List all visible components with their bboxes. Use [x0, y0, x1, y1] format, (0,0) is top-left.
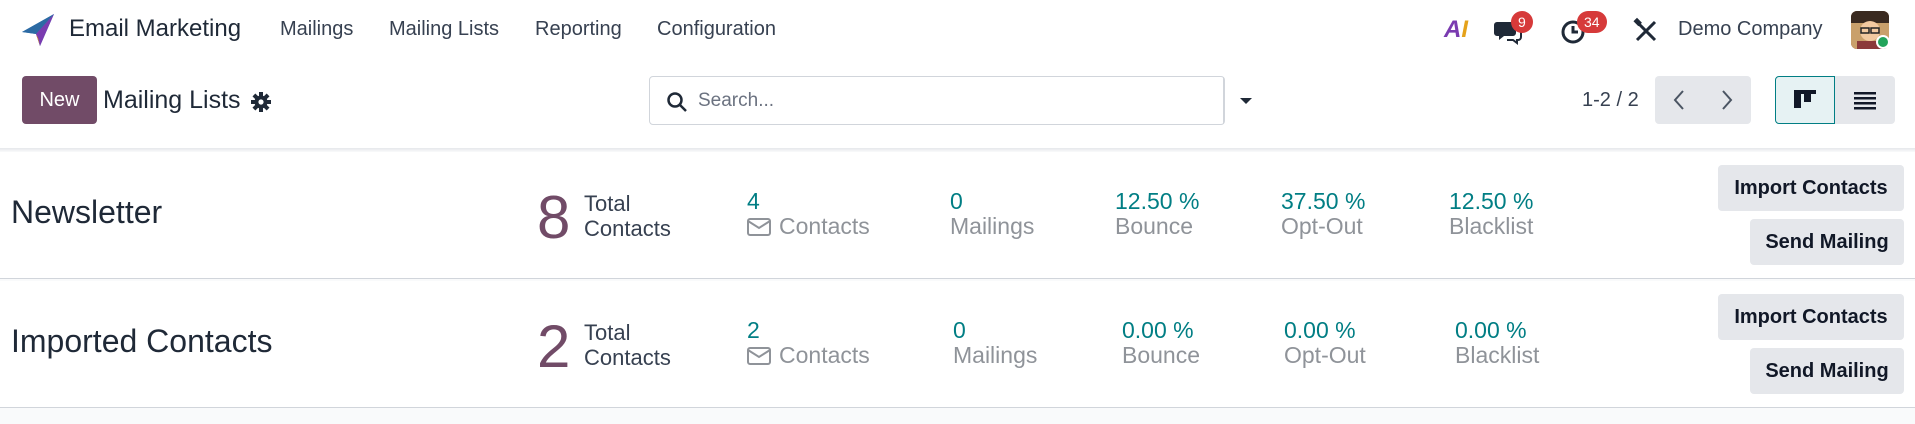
blacklist-label: Blacklist	[1449, 213, 1534, 239]
total-contacts-label: Total Contacts	[584, 320, 671, 370]
search-input[interactable]	[698, 85, 1158, 117]
mailings-value[interactable]: 0	[950, 189, 1034, 214]
optout-stat[interactable]: 37.50 % Opt-Out	[1281, 189, 1365, 239]
blacklist-value[interactable]: 12.50 %	[1449, 189, 1533, 214]
import-contacts-button[interactable]: Import Contacts	[1718, 165, 1904, 211]
menu-mailing-lists[interactable]: Mailing Lists	[389, 18, 499, 41]
page-title: Mailing Lists	[103, 86, 241, 114]
blacklist-stat[interactable]: 0.00 % Blacklist	[1455, 318, 1539, 368]
kanban-view-button[interactable]	[1775, 76, 1835, 124]
ai-letter-i: I	[1461, 16, 1469, 43]
top-navbar: Email Marketing Mailings Mailing Lists R…	[0, 0, 1915, 60]
messages-badge: 9	[1511, 11, 1533, 33]
list-view-icon	[1854, 92, 1876, 110]
online-status-dot	[1876, 35, 1890, 49]
send-mailing-button[interactable]: Send Mailing	[1750, 348, 1904, 394]
menu-configuration[interactable]: Configuration	[657, 18, 776, 41]
blacklist-stat[interactable]: 12.50 % Blacklist	[1449, 189, 1533, 239]
company-switcher[interactable]: Demo Company	[1678, 18, 1823, 41]
contacts-label: Contacts	[779, 213, 870, 239]
optout-stat[interactable]: 0.00 % Opt-Out	[1284, 318, 1366, 368]
total-contacts-value: 2	[537, 313, 571, 380]
mailings-label: Mailings	[950, 213, 1035, 239]
contacts-label-row: Contacts	[747, 214, 870, 239]
envelope-icon	[747, 346, 771, 365]
bounce-value[interactable]: 12.50 %	[1115, 189, 1199, 214]
bounce-stat[interactable]: 12.50 % Bounce	[1115, 189, 1199, 239]
total-contacts-label: Total Contacts	[584, 191, 671, 241]
mailings-value[interactable]: 0	[953, 318, 1037, 343]
send-mailing-button[interactable]: Send Mailing	[1750, 219, 1904, 265]
bounce-label: Bounce	[1122, 342, 1201, 368]
pager-next-button[interactable]	[1703, 76, 1751, 124]
contacts-label-row: Contacts	[747, 343, 870, 368]
ai-icon[interactable]: AI	[1444, 16, 1468, 44]
blacklist-value[interactable]: 0.00 %	[1455, 318, 1539, 343]
bounce-label: Bounce	[1115, 213, 1194, 239]
contacts-value[interactable]: 4	[747, 189, 870, 214]
total-label-line1: Total	[584, 320, 631, 345]
bounce-value[interactable]: 0.00 %	[1122, 318, 1200, 343]
mailings-stat[interactable]: 0 Mailings	[950, 189, 1034, 239]
tools-icon[interactable]	[1631, 16, 1661, 46]
optout-value[interactable]: 0.00 %	[1284, 318, 1366, 343]
ai-letter-a: A	[1444, 16, 1462, 43]
total-label-line2: Contacts	[584, 345, 671, 370]
search-icon	[667, 92, 687, 112]
menu-reporting[interactable]: Reporting	[535, 18, 622, 41]
contacts-label: Contacts	[779, 342, 870, 368]
paper-plane-logo-icon[interactable]	[20, 12, 56, 48]
search-options-toggle[interactable]	[1224, 77, 1267, 124]
import-contacts-button[interactable]: Import Contacts	[1718, 294, 1904, 340]
contacts-stat[interactable]: 4 Contacts	[747, 189, 870, 239]
envelope-icon	[747, 217, 771, 236]
bounce-stat[interactable]: 0.00 % Bounce	[1122, 318, 1200, 368]
kanban-card-newsletter[interactable]: Newsletter 8 Total Contacts 4 Contacts 0…	[0, 152, 1915, 279]
pager-value[interactable]: 1-2 / 2	[1582, 89, 1639, 112]
kanban-card-imported-contacts[interactable]: Imported Contacts 2 Total Contacts 2 Con…	[0, 281, 1915, 408]
mailings-stat[interactable]: 0 Mailings	[953, 318, 1037, 368]
list-name[interactable]: Newsletter	[11, 194, 162, 231]
optout-value[interactable]: 37.50 %	[1281, 189, 1365, 214]
blacklist-label: Blacklist	[1455, 342, 1540, 368]
kanban-view-icon	[1794, 90, 1816, 108]
menu-mailings[interactable]: Mailings	[280, 18, 353, 41]
mailings-label: Mailings	[953, 342, 1038, 368]
new-button[interactable]: New	[22, 76, 97, 124]
gear-icon[interactable]	[250, 91, 272, 113]
list-view-button[interactable]	[1835, 76, 1895, 124]
total-contacts-value: 8	[537, 184, 571, 251]
optout-label: Opt-Out	[1284, 342, 1366, 368]
chevron-right-icon	[1722, 90, 1733, 110]
chevron-left-icon	[1673, 90, 1684, 110]
total-label-line1: Total	[584, 191, 631, 216]
pager-previous-button[interactable]	[1655, 76, 1703, 124]
total-label-line2: Contacts	[584, 216, 671, 241]
search-bar	[649, 76, 1225, 125]
app-name[interactable]: Email Marketing	[69, 15, 241, 43]
activities-badge: 34	[1577, 11, 1607, 33]
contacts-value[interactable]: 2	[747, 318, 870, 343]
caret-down-icon	[1239, 97, 1252, 104]
list-name[interactable]: Imported Contacts	[11, 323, 272, 360]
contacts-stat[interactable]: 2 Contacts	[747, 318, 870, 368]
optout-label: Opt-Out	[1281, 213, 1363, 239]
